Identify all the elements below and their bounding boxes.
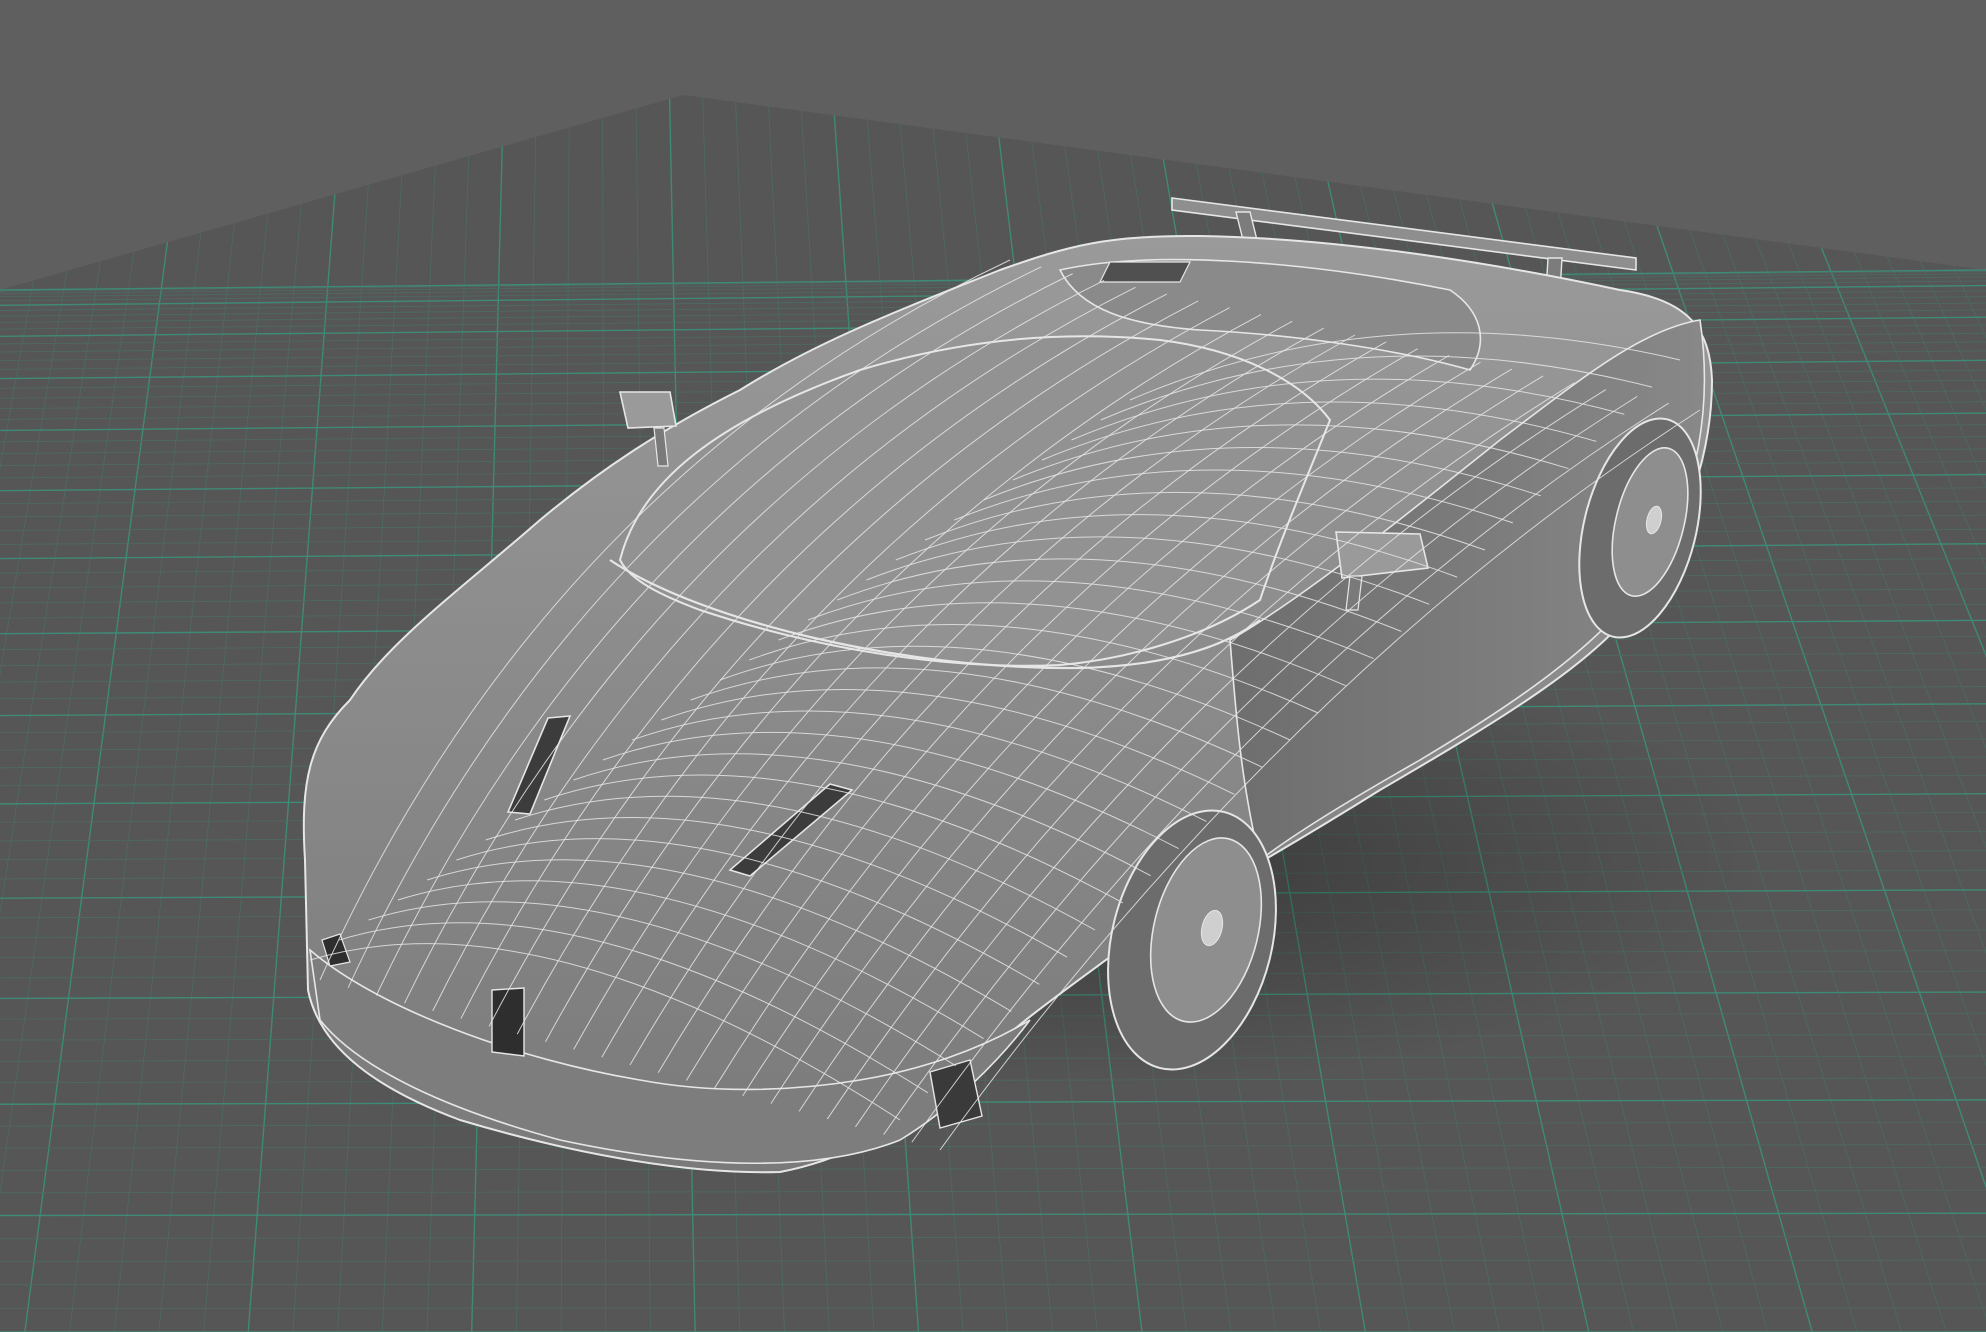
front-grille-center bbox=[491, 987, 525, 1057]
3d-viewport[interactable] bbox=[0, 0, 1986, 1332]
viewport-scene[interactable] bbox=[0, 0, 1986, 1332]
engine-vent bbox=[1099, 261, 1191, 283]
